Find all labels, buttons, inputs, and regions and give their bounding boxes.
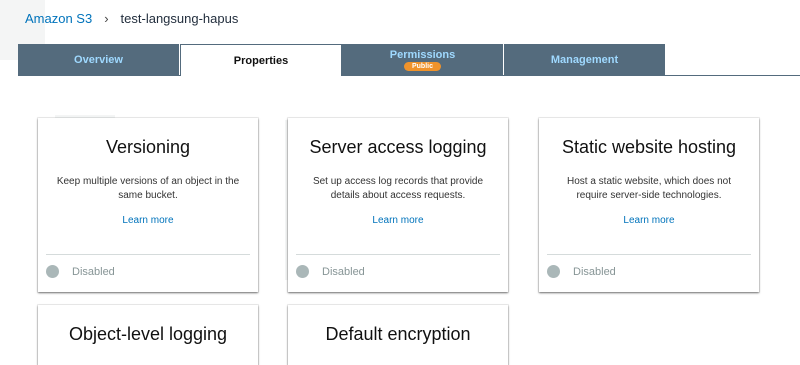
card-divider [46, 254, 250, 255]
card-description: Set up access log records that provide d… [312, 176, 484, 201]
card-object-level-logging[interactable]: Object-level logging [38, 305, 258, 365]
card-status: Disabled [46, 265, 115, 278]
breadcrumb-bucket-name: test-langsung-hapus [120, 11, 239, 26]
status-label: Disabled [322, 265, 365, 278]
card-versioning[interactable]: Versioning Keep multiple versions of an … [38, 118, 258, 292]
breadcrumb-amazon-s3-link[interactable]: Amazon S3 [25, 11, 92, 26]
tab-label: Properties [233, 54, 289, 67]
card-title: Object-level logging [68, 324, 228, 344]
tab-properties[interactable]: Properties [180, 44, 342, 76]
learn-more-link[interactable]: Learn more [623, 215, 674, 226]
breadcrumb: Amazon S3 › test-langsung-hapus [25, 11, 238, 26]
tab-underline [18, 75, 800, 76]
tab-bar: Overview Properties Permissions Public M… [18, 44, 667, 76]
chevron-right-icon: › [104, 11, 109, 26]
learn-more-link[interactable]: Learn more [122, 215, 173, 226]
card-description: Host a static website, which does not re… [567, 176, 731, 201]
tab-label: Management [550, 53, 619, 66]
card-static-website-hosting[interactable]: Static website hosting Host a static web… [539, 118, 759, 292]
status-label: Disabled [573, 265, 616, 278]
status-dot-icon [547, 265, 560, 278]
card-default-encryption[interactable]: Default encryption [288, 305, 508, 365]
card-title: Versioning [105, 137, 191, 157]
card-divider [547, 254, 751, 255]
status-dot-icon [46, 265, 59, 278]
card-title: Default encryption [325, 324, 471, 344]
tab-management[interactable]: Management [504, 44, 666, 75]
card-divider [296, 254, 500, 255]
public-badge: Public [403, 61, 441, 71]
tab-overview[interactable]: Overview [18, 44, 180, 75]
card-description: Keep multiple versions of an object in t… [56, 176, 240, 201]
tab-label: Overview [74, 53, 123, 66]
status-label: Disabled [72, 265, 115, 278]
tab-permissions[interactable]: Permissions Public [342, 44, 504, 75]
tab-label: Permissions [389, 48, 456, 61]
card-title: Server access logging [309, 137, 487, 157]
card-status: Disabled [296, 265, 365, 278]
card-status: Disabled [547, 265, 616, 278]
card-server-access-logging[interactable]: Server access logging Set up access log … [288, 118, 508, 292]
status-dot-icon [296, 265, 309, 278]
card-title: Static website hosting [561, 137, 737, 157]
learn-more-link[interactable]: Learn more [372, 215, 423, 226]
